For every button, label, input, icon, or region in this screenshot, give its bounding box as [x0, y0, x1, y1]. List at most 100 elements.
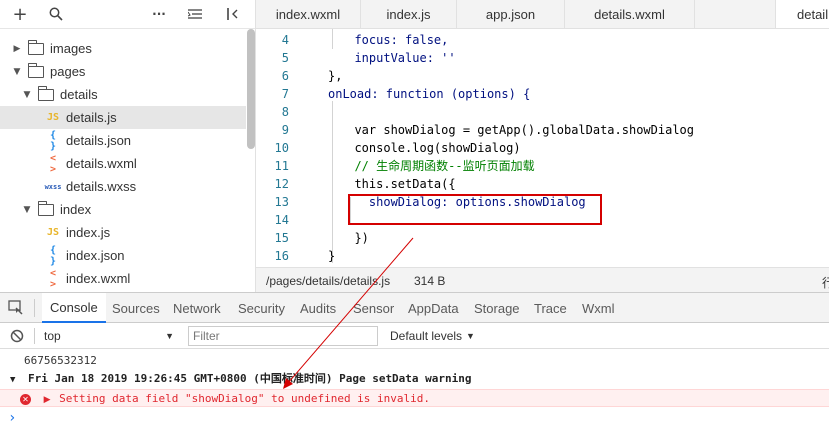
- tree-item-label: index.wxml: [66, 271, 131, 286]
- tree-file-details-json[interactable]: { } details.json: [0, 129, 246, 152]
- sort-icon[interactable]: [185, 4, 205, 24]
- console-log-line: 66756532312: [24, 354, 97, 367]
- console-group-line[interactable]: ▼ Fri Jan 18 2019 19:26:45 GMT+0800 (中国标…: [0, 370, 829, 388]
- tab-label: Sources: [112, 300, 160, 316]
- context-select[interactable]: top ▼: [40, 326, 178, 346]
- line-number: 15: [274, 231, 289, 245]
- tab-label: AppData: [408, 300, 459, 316]
- tab-network[interactable]: Network: [173, 293, 221, 323]
- tree-item-label: index.js: [66, 225, 111, 240]
- filter-input[interactable]: Filter: [188, 326, 378, 346]
- line-content: },: [328, 69, 343, 83]
- line-number: 12: [274, 177, 289, 191]
- inspect-element-icon[interactable]: [6, 298, 26, 318]
- explorer-scrollbar[interactable]: [247, 29, 255, 149]
- line-content: this.setData({: [340, 177, 456, 191]
- annotation-highlight-box: [348, 194, 602, 225]
- divider: [34, 328, 35, 344]
- line-number: 11: [274, 159, 289, 173]
- editor-tabs: index.wxml index.js app.json details.wxm…: [256, 0, 829, 29]
- code-line: 6 },: [256, 67, 829, 85]
- console-error-line: ✕ ▶ Setting data field "showDialog" to u…: [0, 389, 829, 407]
- tree-folder-pages[interactable]: ▼ pages: [0, 60, 246, 83]
- tree-item-label: details.json: [66, 133, 132, 148]
- line-content: onLoad: function (options) {: [328, 87, 531, 101]
- tab-app-json[interactable]: app.json: [457, 0, 565, 28]
- tree-item-label: details: [60, 87, 98, 102]
- code-area[interactable]: 4 focus: false, 5 inputValue: '' 6 }, 7 …: [256, 29, 829, 267]
- tab-console[interactable]: Console: [42, 293, 106, 323]
- line-content: }: [328, 249, 336, 263]
- tab-sensor[interactable]: Sensor: [353, 293, 394, 323]
- tree-item-label: details.js: [66, 110, 117, 125]
- tree-file-index-json[interactable]: { } index.json: [0, 244, 246, 267]
- editor-statusbar: /pages/details/details.js 314 B 行: [256, 267, 829, 292]
- more-icon[interactable]: ···: [149, 4, 169, 24]
- line-number: 16: [274, 249, 289, 263]
- tab-details-wxml[interactable]: details.wxml: [565, 0, 695, 28]
- folder-open-icon: [37, 85, 54, 101]
- tab-appdata[interactable]: AppData: [408, 293, 459, 323]
- caret-right-icon[interactable]: ▶: [12, 44, 22, 54]
- tree-folder-index[interactable]: ▼ index: [0, 198, 246, 221]
- caret-down-icon[interactable]: ▼: [22, 205, 32, 215]
- tree-folder-images[interactable]: ▶ images: [0, 37, 246, 60]
- tree-file-details-js[interactable]: JS details.js: [0, 106, 246, 129]
- line-number: 10: [274, 141, 289, 155]
- tab-sources[interactable]: Sources: [112, 293, 160, 323]
- plus-icon[interactable]: +: [10, 4, 30, 25]
- file-tree: ▶ images ▼ pages ▼ details JS details.js…: [0, 29, 246, 292]
- code-line: 4 focus: false,: [256, 31, 829, 49]
- search-icon[interactable]: [46, 4, 66, 24]
- tab-index-js[interactable]: index.js: [361, 0, 457, 28]
- tab-audits[interactable]: Audits: [300, 293, 336, 323]
- caret-down-icon[interactable]: ▼: [12, 67, 22, 77]
- levels-label: Default levels: [390, 329, 463, 343]
- levels-select[interactable]: Default levels ▼: [390, 326, 475, 346]
- line-content: console.log(showDialog): [340, 141, 521, 155]
- line-number: 4: [281, 33, 289, 47]
- clear-console-icon[interactable]: [7, 326, 27, 346]
- tab-trace[interactable]: Trace: [534, 293, 567, 323]
- tab-index-wxml[interactable]: index.wxml: [256, 0, 361, 28]
- caret-right-icon[interactable]: ▶: [44, 395, 51, 405]
- tab-label: Sensor: [353, 300, 395, 316]
- tree-file-index-js[interactable]: JS index.js: [0, 221, 246, 244]
- code-line: 9 var showDialog = getApp().globalData.s…: [256, 121, 829, 139]
- tab-label: Console: [50, 299, 98, 315]
- caret-down-icon[interactable]: ▼: [22, 90, 32, 100]
- split-icon[interactable]: [223, 4, 243, 24]
- tree-file-details-wxml[interactable]: < > details.wxml: [0, 152, 246, 175]
- devtools-tabs: Console Sources Network Security Audits …: [0, 293, 829, 323]
- tab-label: Trace: [534, 300, 567, 316]
- tab-storage[interactable]: Storage: [474, 293, 520, 323]
- dropdown-icon: ▼: [165, 331, 174, 341]
- tab-label: index.js: [386, 7, 431, 22]
- console-group-text: Fri Jan 18 2019 19:26:45 GMT+0800 (中国标准时…: [28, 372, 472, 385]
- tab-label: detail: [797, 7, 829, 22]
- tree-folder-details[interactable]: ▼ details: [0, 83, 246, 106]
- line-number: 9: [281, 123, 289, 137]
- console-output: 66756532312 ▼ Fri Jan 18 2019 19:26:45 G…: [0, 349, 829, 443]
- code-line: 5 inputValue: '': [256, 49, 829, 67]
- tab-label: Storage: [474, 300, 520, 316]
- tree-file-details-wxss[interactable]: wxss details.wxss: [0, 175, 246, 198]
- tab-security[interactable]: Security: [238, 293, 285, 323]
- divider: [34, 299, 35, 317]
- line-number: 8: [281, 105, 289, 119]
- tree-item-label: index.json: [66, 248, 125, 263]
- tab-label: Network: [173, 300, 221, 316]
- tab-details-js[interactable]: detail: [775, 0, 829, 28]
- js-file-icon: JS: [46, 227, 60, 238]
- tab-wxml[interactable]: Wxml: [582, 293, 615, 323]
- js-file-icon: JS: [46, 112, 60, 123]
- tab-label: Wxml: [582, 300, 615, 316]
- console-prompt[interactable]: ›: [0, 409, 829, 427]
- tree-item-label: details.wxml: [66, 156, 137, 171]
- tree-file-index-wxml[interactable]: < > index.wxml: [0, 267, 246, 290]
- context-value: top: [44, 329, 61, 343]
- caret-down-icon[interactable]: ▼: [10, 375, 15, 385]
- tab-label: Audits: [300, 300, 337, 316]
- tree-item-label: pages: [50, 64, 86, 79]
- wxml-file-icon: < >: [49, 152, 57, 175]
